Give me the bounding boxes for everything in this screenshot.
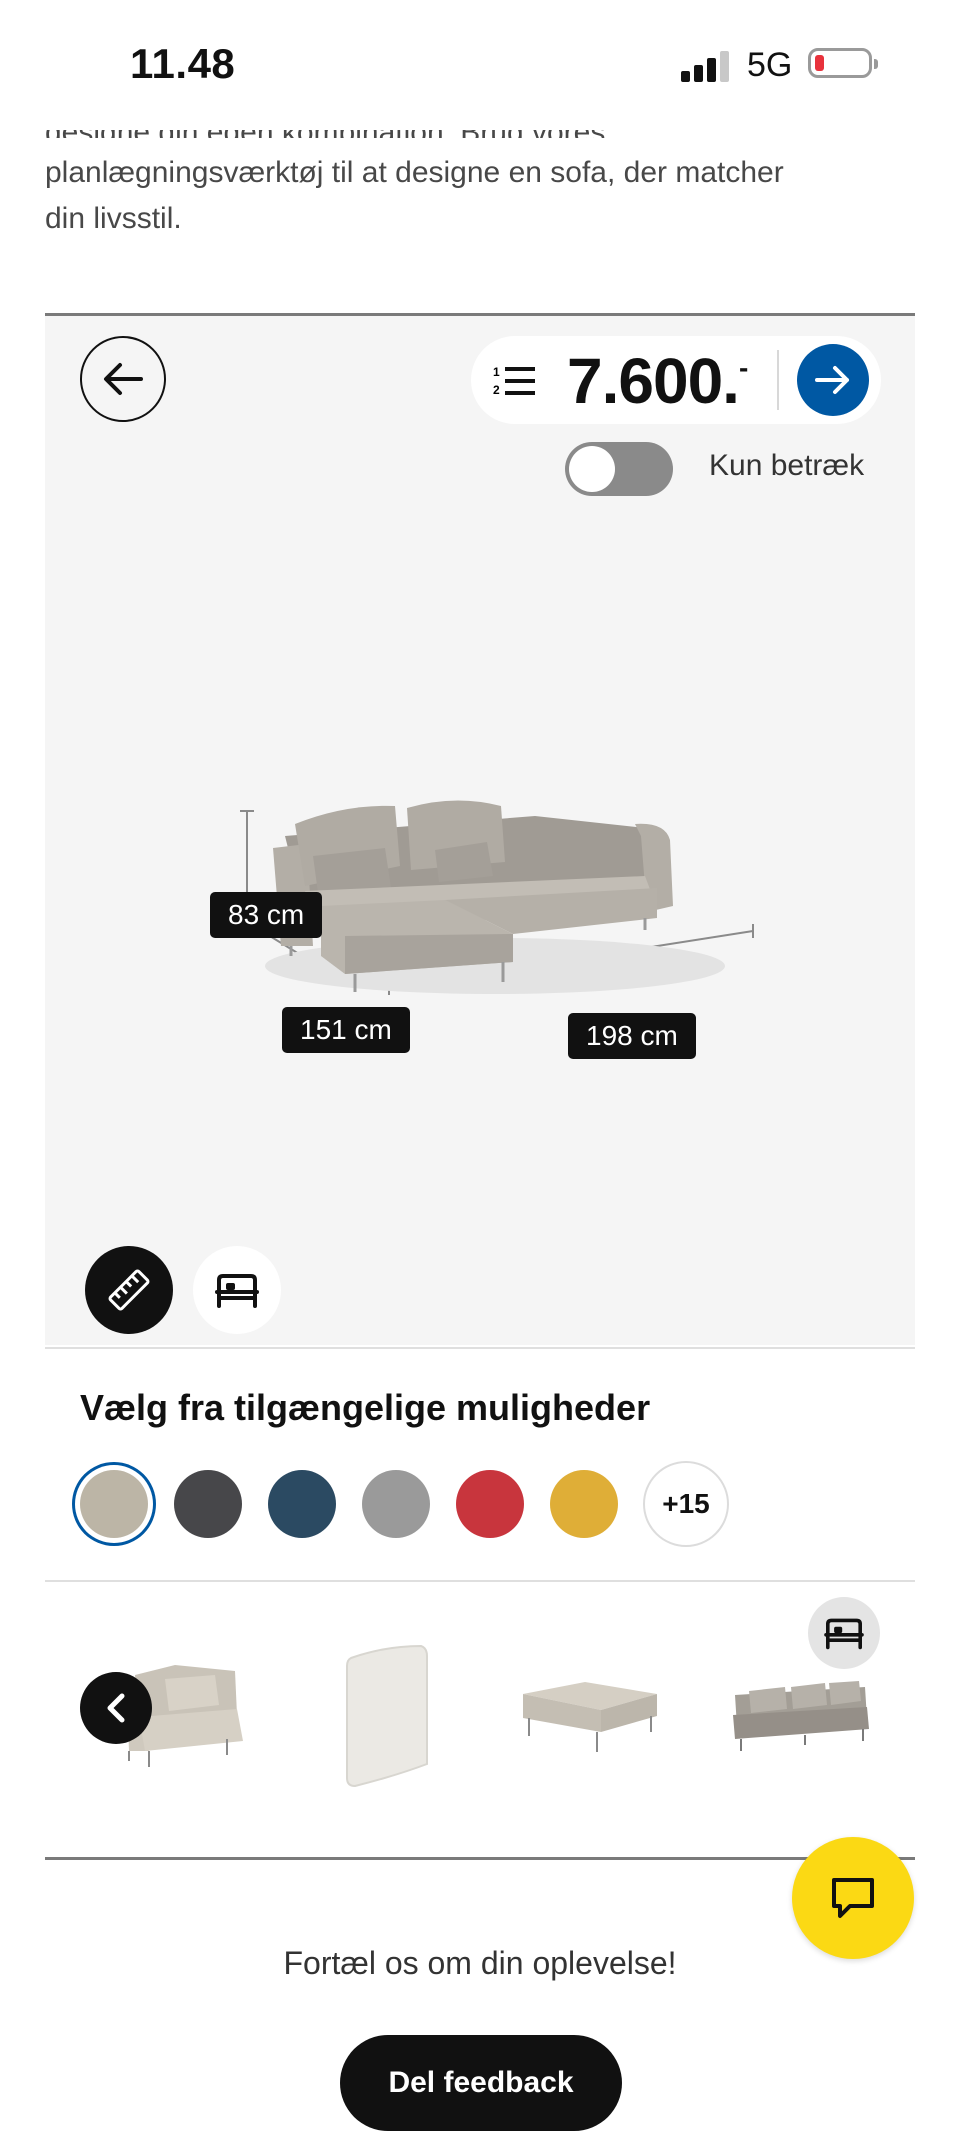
feedback-prompt: Fortæl os om din oplevelse!	[283, 1945, 677, 1981]
svg-text:2: 2	[493, 383, 500, 397]
total-price: 7.600.-	[567, 344, 748, 418]
swatch-beige[interactable]	[80, 1470, 148, 1538]
divider	[45, 1347, 915, 1349]
intro-line-1: planlægningsværktøj til at designe en so…	[45, 156, 784, 189]
depth-dimension-label: 151 cm	[282, 1007, 410, 1053]
status-bar: 11.48 5G	[0, 0, 960, 130]
chevron-left-icon	[107, 1693, 125, 1723]
network-type: 5G	[747, 46, 793, 84]
divider	[777, 350, 779, 410]
module-3-seat-section[interactable]	[720, 1630, 880, 1800]
swatch-blue[interactable]	[268, 1470, 336, 1538]
cover-only-label: Kun betræk	[709, 449, 865, 482]
toggle-knob	[569, 446, 615, 492]
divider	[45, 1857, 915, 1860]
swatch-yellow[interactable]	[550, 1470, 618, 1538]
chat-bubble-icon	[832, 1878, 874, 1918]
numbered-list-icon: 1 2	[493, 365, 535, 397]
svg-text:1: 1	[493, 365, 500, 379]
ruler-icon	[108, 1269, 150, 1311]
next-button[interactable]	[797, 344, 869, 416]
intro-line-2: din livsstil.	[45, 202, 182, 235]
carousel-prev-button[interactable]	[80, 1672, 152, 1744]
3-seat-section-image	[733, 1681, 869, 1751]
chat-button[interactable]	[792, 1837, 914, 1959]
sofa-planner[interactable]: 1 2 7.600.- Kun betræk 83 cm 151 cm 198 …	[45, 313, 915, 1345]
module-back-cushion[interactable]	[320, 1630, 450, 1800]
price-value: 7.600.	[567, 345, 740, 417]
cover-only-toggle[interactable]	[565, 442, 673, 496]
clock: 11.48	[130, 40, 236, 87]
sleeper-view-button[interactable]	[193, 1246, 281, 1334]
footstool-image	[523, 1682, 657, 1752]
module-footstool[interactable]	[515, 1630, 665, 1800]
battery-icon	[808, 48, 878, 78]
options-title: Vælg fra tilgængelige muligheder	[80, 1387, 651, 1428]
back-cushion-image	[346, 1644, 428, 1788]
arrow-left-icon	[104, 363, 143, 395]
share-feedback-button[interactable]: Del feedback	[340, 2035, 622, 2131]
swatch-dark-grey[interactable]	[174, 1470, 242, 1538]
arrow-right-icon	[815, 366, 849, 394]
divider	[45, 1580, 915, 1582]
signal-icon	[681, 50, 731, 82]
back-button[interactable]	[80, 336, 166, 422]
swatch-grey[interactable]	[362, 1470, 430, 1538]
height-dimension-label: 83 cm	[210, 892, 323, 938]
sofa-bed-icon	[215, 1274, 259, 1308]
more-colors-button[interactable]: +15	[643, 1461, 729, 1547]
swatch-red[interactable]	[456, 1470, 524, 1538]
measure-button[interactable]	[85, 1246, 173, 1334]
price-summary[interactable]: 1 2 7.600.-	[471, 336, 881, 424]
width-dimension-label: 198 cm	[568, 1013, 696, 1059]
price-suffix: -	[738, 352, 748, 383]
